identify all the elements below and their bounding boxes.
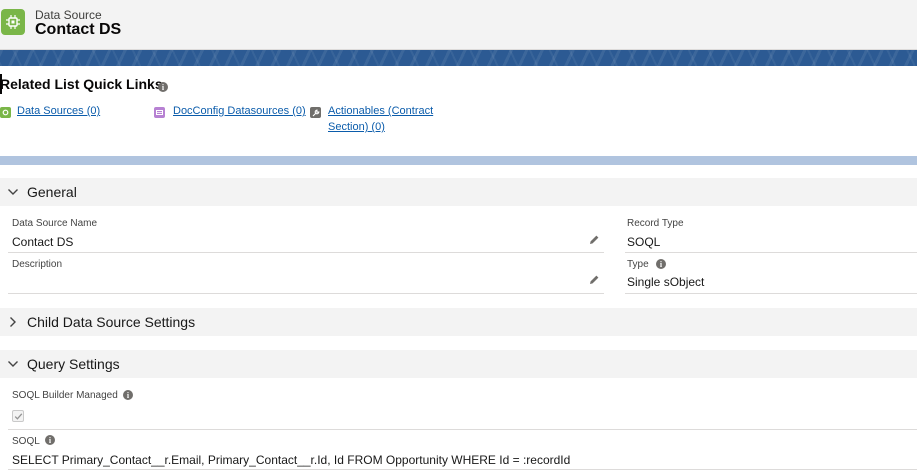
record-type-label: Record Type bbox=[627, 218, 684, 229]
datasource-chip-icon bbox=[1, 9, 25, 35]
section-child-title: Child Data Source Settings bbox=[27, 314, 196, 330]
soql-builder-managed-label: SOQL Builder Managed bbox=[12, 390, 118, 401]
description-label: Description bbox=[12, 259, 63, 270]
chevron-right-icon bbox=[10, 317, 16, 327]
quick-link-data-sources[interactable]: Data Sources (0) bbox=[17, 103, 100, 119]
section-query-title: Query Settings bbox=[27, 356, 120, 372]
docconfig-icon bbox=[154, 107, 165, 118]
field-divider bbox=[8, 429, 917, 430]
checkmark-icon bbox=[14, 412, 22, 420]
page-divider bbox=[0, 156, 917, 165]
chevron-down-icon bbox=[8, 189, 18, 195]
quick-link-actionables-line1: Actionables (Contract bbox=[328, 105, 434, 117]
related-list-quick-links: Related List Quick Links i Data Sources … bbox=[0, 66, 917, 156]
record-header: Data Source Contact DS bbox=[0, 0, 917, 50]
data-source-name-label: Data Source Name bbox=[12, 218, 98, 229]
quick-links-title: Related List Quick Links bbox=[0, 76, 163, 92]
soql-value: SELECT Primary_Contact__r.Email, Primary… bbox=[12, 453, 571, 467]
field-divider bbox=[625, 252, 917, 253]
section-query-settings[interactable]: Query Settings bbox=[0, 350, 917, 378]
field-divider bbox=[625, 293, 917, 294]
edit-pencil-icon[interactable] bbox=[588, 274, 600, 286]
type-label: Type bbox=[627, 259, 649, 270]
quick-link-docconfig-datasources[interactable]: DocConfig Datasources (0) bbox=[173, 103, 306, 119]
quick-link-actionables-line2: Section) (0) bbox=[328, 121, 385, 133]
chevron-down-icon bbox=[8, 361, 18, 367]
info-icon[interactable]: i bbox=[158, 82, 168, 92]
datasource-icon bbox=[0, 107, 11, 118]
section-general-title: General bbox=[27, 184, 77, 200]
wrench-icon bbox=[310, 107, 321, 118]
brand-banner bbox=[0, 50, 917, 66]
record-title: Contact DS bbox=[35, 21, 122, 38]
edit-pencil-icon[interactable] bbox=[588, 234, 600, 246]
type-value: Single sObject bbox=[627, 275, 705, 289]
info-icon[interactable]: i bbox=[123, 390, 133, 400]
soql-builder-managed-checkbox bbox=[12, 410, 24, 422]
record-type-value: SOQL bbox=[627, 235, 661, 249]
field-divider bbox=[8, 252, 604, 253]
section-general[interactable]: General bbox=[0, 178, 917, 206]
data-source-name-value: Contact DS bbox=[12, 235, 74, 249]
info-icon[interactable]: i bbox=[656, 259, 666, 269]
field-divider bbox=[8, 469, 917, 470]
field-divider bbox=[8, 293, 604, 294]
info-icon[interactable]: i bbox=[45, 435, 55, 445]
soql-label: SOQL bbox=[12, 436, 40, 447]
quick-link-actionables[interactable]: Actionables (Contract Section) (0) bbox=[328, 103, 433, 135]
object-label: Data Source bbox=[35, 8, 102, 22]
section-child-data-source-settings[interactable]: Child Data Source Settings bbox=[0, 308, 917, 336]
